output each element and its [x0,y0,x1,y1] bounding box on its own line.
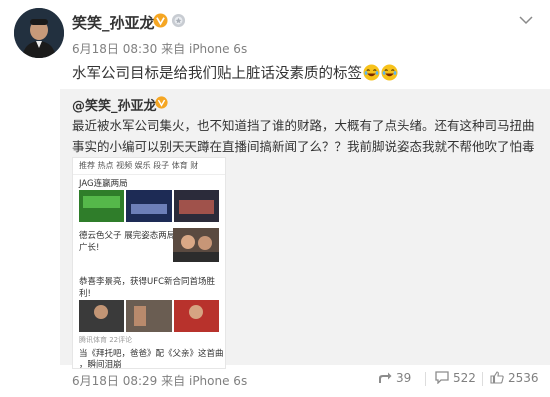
verified-v-icon [153,13,168,28]
attached-screenshot[interactable]: 推荐 热点 视频 娱乐 段子 体育 财 JAG连赢两局 德云色父子 展完姿态两局… [72,157,226,369]
laugh-cry-emoji-icon [381,64,398,81]
screenshot-item-title-line: 广长! [79,243,100,253]
repost-author[interactable]: @笑笑_孙亚龙 [72,95,157,114]
repost-source[interactable]: iPhone 6s [189,374,247,388]
post-meta: 6月18日 08:30 来自 iPhone 6s [72,40,247,57]
repost-time[interactable]: 6月18日 08:29 [72,374,157,388]
post-text-content: 水军公司目标是给我们贴上脏话没素质的标签 [72,66,362,82]
screenshot-thumbnail [173,228,219,262]
laugh-cry-emoji-icon [363,64,380,81]
chevron-down-icon[interactable] [518,14,534,26]
member-medal-icon[interactable] [171,13,186,28]
repost-source-prefix: 来自 [161,374,186,388]
action-divider [425,372,426,386]
author-avatar[interactable] [14,8,64,58]
like-action-button[interactable]: 2536 [490,371,539,385]
screenshot-caption: 腾讯体育 22评论 [79,336,133,344]
screenshot-thumbnails [79,300,219,332]
author-name[interactable]: 笑笑_孙亚龙 [72,12,155,33]
post-source[interactable]: iPhone 6s [189,42,247,56]
action-divider [482,372,483,386]
repost-count: 39 [396,371,412,385]
post-source-prefix: 来自 [161,42,186,56]
screenshot-nav: 推荐 热点 视频 娱乐 段子 体育 财 [73,158,225,175]
like-count: 2536 [508,371,539,385]
screenshot-item-title: JAG连赢两局 [79,179,128,189]
repost-card: @笑笑_孙亚龙 最近被水军公司集火，也不知道挡了谁的财路，大概有了点头绪。还有这… [60,89,550,369]
screenshot-item-title-line: ，瞬间泪崩 [79,360,122,369]
comment-action-button[interactable]: 522 [435,371,476,385]
post-text: 水军公司目标是给我们贴上脏话没素质的标签 [72,62,398,83]
comment-icon [435,371,449,385]
thumbs-up-icon [490,371,504,384]
verified-v-icon [155,96,168,109]
screenshot-item-title: 德云色父子 展完姿态两局 [79,231,176,241]
repost-meta: 6月18日 08:29 来自 iPhone 6s [72,372,247,389]
share-icon [379,372,392,383]
comment-count: 522 [453,371,476,385]
screenshot-item-title: 恭喜李景亮，获得UFC新合同首场胜 [79,277,216,287]
repost-action-button[interactable]: 39 [378,371,411,385]
screenshot-thumbnails [79,190,219,222]
screenshot-item-title-line: 利! [79,289,91,299]
post-time[interactable]: 6月18日 08:30 [72,42,157,56]
